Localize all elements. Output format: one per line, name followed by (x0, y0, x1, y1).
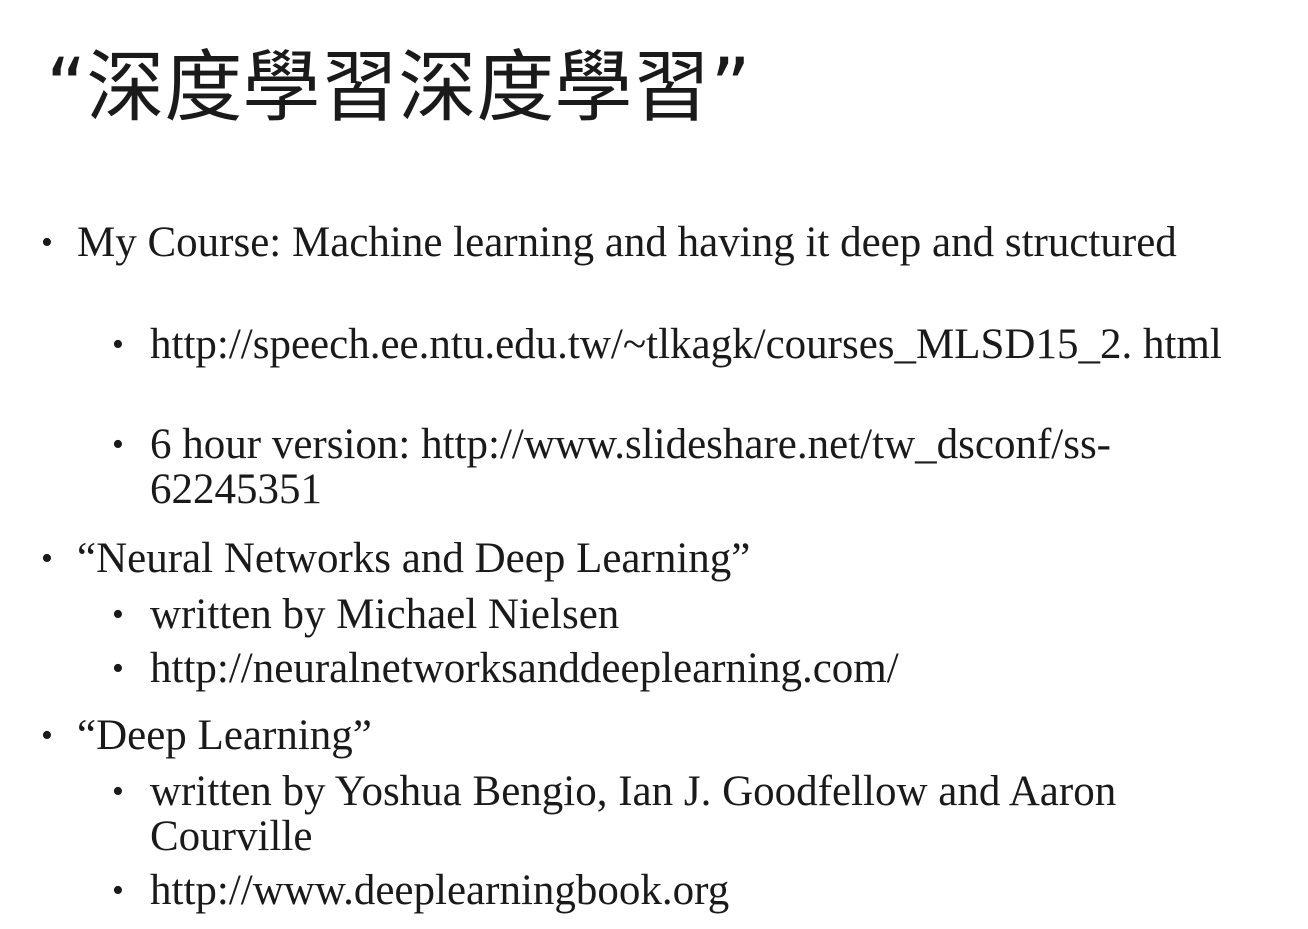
list-item-dl-book: • “Deep Learning” (41, 712, 1227, 759)
list-item-dl-authors: • written by Yoshua Bengio, Ian J. Goodf… (112, 768, 1260, 860)
list-item-six-hour-version[interactable]: • 6 hour version: http://www.slideshare.… (112, 422, 1260, 512)
nndl-link[interactable]: http://neuralnetworksanddeeplearning.com… (150, 646, 1260, 691)
item-text: written by Yoshua Bengio, Ian J. Goodfel… (150, 768, 1117, 860)
bullet-list: • My Course: Machine learning and having… (0, 0, 1308, 929)
six-hour-version-link[interactable]: 6 hour version: http://www.slideshare.ne… (150, 422, 1260, 512)
item-text: written by Michael Nielsen (150, 591, 620, 638)
item-text: “Neural Networks and Deep Learning” (77, 535, 751, 582)
list-item-dl-link[interactable]: • http://www.deeplearningbook.org (112, 868, 1260, 913)
list-item-nndl-book: • “Neural Networks and Deep Learning” (41, 535, 1227, 582)
course-link[interactable]: http://speech.ee.ntu.edu.tw/~tlkagk/cour… (150, 322, 1260, 367)
dl-book-link[interactable]: http://www.deeplearningbook.org (150, 868, 1260, 913)
list-item-nndl-author: • written by Michael Nielsen (112, 591, 1260, 638)
bullet-icon: • (112, 650, 124, 687)
list-item-nndl-link[interactable]: • http://neuralnetworksanddeeplearning.c… (112, 646, 1260, 691)
bullet-icon: • (112, 872, 124, 909)
bullet-icon: • (112, 426, 124, 463)
list-item-course-link[interactable]: • http://speech.ee.ntu.edu.tw/~tlkagk/co… (112, 322, 1260, 367)
list-item-my-course: • My Course: Machine learning and having… (41, 219, 1227, 266)
bullet-icon: • (41, 717, 53, 754)
bullet-icon: • (112, 596, 124, 633)
slide: “深度學習深度學習” • My Course: Machine learning… (0, 0, 1308, 929)
bullet-icon: • (41, 540, 53, 577)
bullet-icon: • (112, 326, 124, 363)
bullet-icon: • (112, 773, 124, 810)
item-text: “Deep Learning” (77, 712, 372, 759)
bullet-icon: • (41, 224, 53, 261)
item-text: My Course: Machine learning and having i… (77, 219, 1177, 266)
